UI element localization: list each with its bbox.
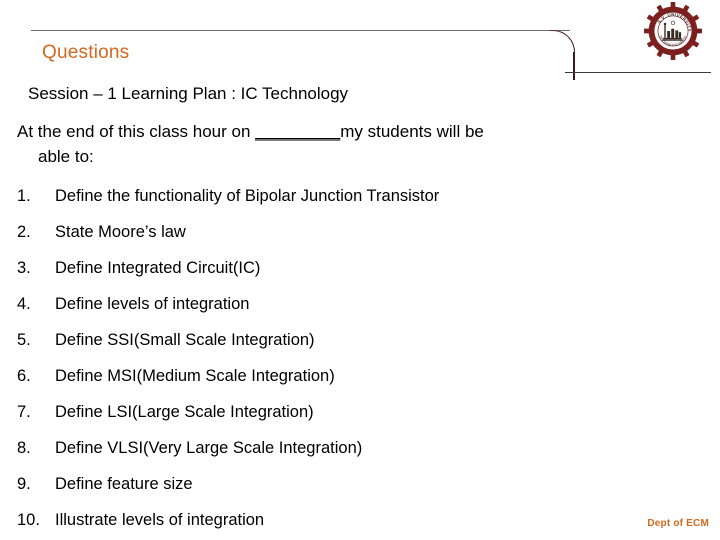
list-item: 7. Define LSI(Large Scale Integration) [17, 394, 707, 430]
header-top-rule [31, 30, 570, 31]
list-item-number: 4. [17, 295, 31, 313]
page-title: Questions [42, 42, 130, 63]
list-item-label: Illustrate levels of integration [55, 511, 265, 529]
footer-department-label: Dept of ECM [647, 518, 709, 529]
list-item-label: Define LSI(Large Scale Integration) [55, 403, 314, 421]
intro-after-blank: my students will be [340, 122, 484, 141]
list-item-number: 1. [17, 187, 31, 205]
session-learning-plan-line: Session – 1 Learning Plan : IC Technolog… [28, 84, 349, 103]
list-item: 9. Define feature size [17, 466, 707, 502]
list-item-number: 3. [17, 259, 31, 277]
list-item: 3. Define Integrated Circuit(IC) [17, 250, 707, 286]
list-item: 6. Define MSI(Medium Scale Integration) [17, 358, 707, 394]
list-item-label: Define levels of integration [55, 295, 250, 313]
list-item-label: Define SSI(Small Scale Integration) [55, 331, 315, 349]
list-item: 8. Define VLSI(Very Large Scale Integrat… [17, 430, 707, 466]
list-item-label: Define VLSI(Very Large Scale Integration… [55, 439, 363, 457]
list-item: 5. Define SSI(Small Scale Integration) [17, 322, 707, 358]
list-item-number: 2. [17, 223, 31, 241]
objectives-list: 1. Define the functionality of Bipolar J… [17, 178, 707, 538]
list-item-number: 7. [17, 403, 31, 421]
intro-fill-blank: _________ [255, 122, 341, 141]
list-item: 4. Define levels of integration [17, 286, 707, 322]
header-vertical-rule [573, 52, 575, 80]
list-item: 10. Illustrate levels of integration [17, 502, 707, 538]
list-item-label: Define feature size [55, 475, 193, 493]
list-item-number: 6. [17, 367, 31, 385]
header-bottom-rule [565, 72, 711, 73]
header-corner-curve [550, 30, 575, 57]
list-item-label: State Moore’s law [55, 223, 186, 241]
list-item: 1. Define the functionality of Bipolar J… [17, 178, 707, 214]
list-item-number: 8. [17, 439, 31, 457]
slide-canvas: S.V. UNIVERSITY SRI VENKATESWARA Questio… [0, 0, 720, 540]
intro-before-blank: At the end of this class hour on [17, 122, 256, 141]
list-item-label: Define Integrated Circuit(IC) [55, 259, 261, 277]
list-item-number: 10. [17, 511, 40, 529]
list-item-number: 9. [17, 475, 31, 493]
list-item-number: 5. [17, 331, 31, 349]
objectives-intro: At the end of this class hour on _______… [17, 119, 707, 169]
list-item: 2. State Moore’s law [17, 214, 707, 250]
intro-line-two: able to: [38, 147, 94, 166]
list-item-label: Define the functionality of Bipolar Junc… [55, 187, 440, 205]
list-item-label: Define MSI(Medium Scale Integration) [55, 367, 335, 385]
university-gear-logo: S.V. UNIVERSITY SRI VENKATESWARA [643, 2, 703, 60]
